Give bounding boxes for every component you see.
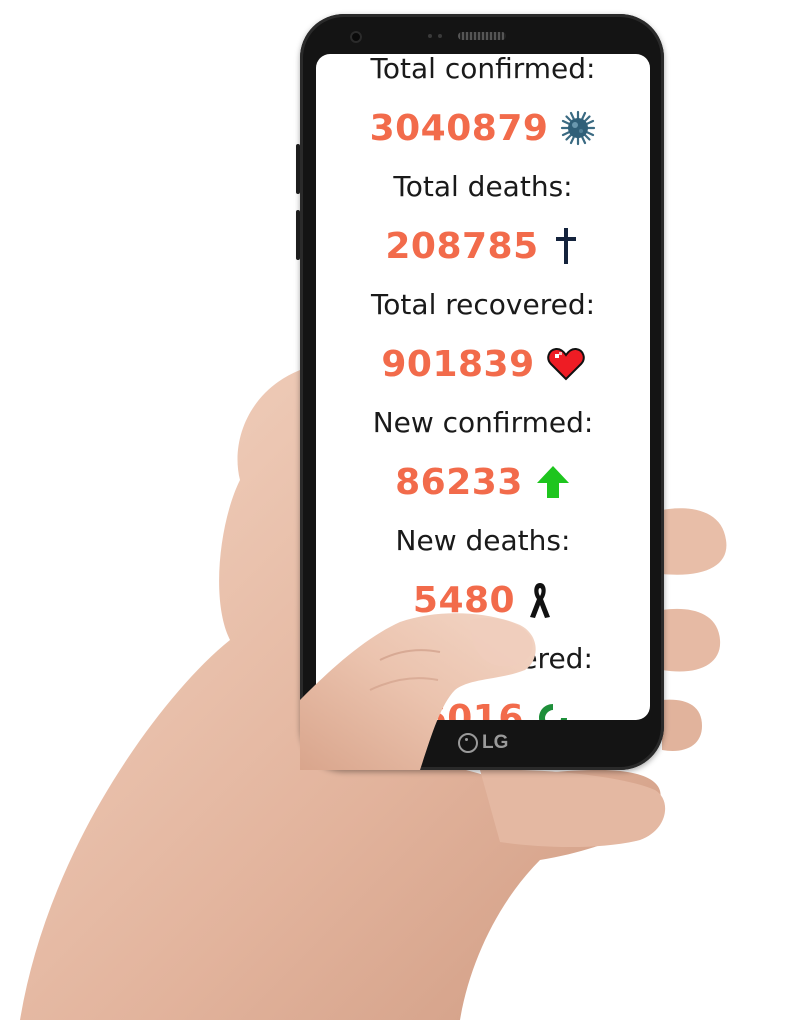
stat-row: 5480 (316, 558, 650, 642)
front-camera (350, 31, 362, 43)
stat-label: New confirmed: (372, 406, 594, 439)
stat-total-deaths: Total deaths: 208785 (316, 170, 650, 288)
volume-button (296, 144, 300, 194)
lg-logo-icon (458, 733, 478, 753)
stat-row: 901839 (316, 322, 650, 406)
volume-button-2 (296, 210, 300, 260)
stat-label: Total confirmed: (370, 54, 596, 85)
stage: Total confirmed: 3040879 Total deaths: 2… (0, 0, 800, 1020)
stat-value: 3040879 (369, 107, 549, 149)
stat-label: Total recovered: (370, 288, 596, 321)
stat-value: 208785 (385, 225, 539, 267)
stat-row: 26016 (316, 676, 650, 720)
ribbon-icon (527, 580, 553, 620)
stat-value: 901839 (381, 343, 535, 385)
stat-value: 86233 (395, 461, 523, 503)
stat-row: 3040879 (316, 86, 650, 170)
heart-icon (546, 347, 585, 381)
sensor-dot (428, 34, 432, 38)
stat-value: 5480 (412, 579, 516, 621)
stat-new-confirmed: New confirmed: 86233 (316, 406, 650, 524)
brand-name: LG (482, 732, 509, 753)
phone-screen: Total confirmed: 3040879 Total deaths: 2… (316, 54, 650, 720)
virus-icon (560, 110, 596, 146)
stat-new-deaths: New deaths: 5480 (316, 524, 650, 642)
brand-logo: LG (458, 732, 508, 754)
stat-new-recovered: New recovered: 26016 (316, 642, 650, 720)
phone-device: Total confirmed: 3040879 Total deaths: 2… (296, 14, 664, 770)
up-arrow-icon (535, 464, 571, 500)
stat-label: New deaths: (395, 524, 571, 557)
stat-label: Total deaths: (393, 170, 573, 203)
recovered-icon (536, 701, 570, 720)
stat-total-recovered: Total recovered: 901839 (316, 288, 650, 406)
cross-icon (551, 226, 581, 266)
stat-total-confirmed: Total confirmed: 3040879 (316, 54, 650, 170)
stat-row: 208785 (316, 204, 650, 288)
stat-label: New recovered: (373, 642, 593, 675)
stats-list: Total confirmed: 3040879 Total deaths: 2… (316, 54, 650, 720)
stat-value: 26016 (396, 697, 524, 721)
sensor-dot (438, 34, 442, 38)
stat-row: 86233 (316, 440, 650, 524)
earpiece-speaker (458, 32, 506, 40)
